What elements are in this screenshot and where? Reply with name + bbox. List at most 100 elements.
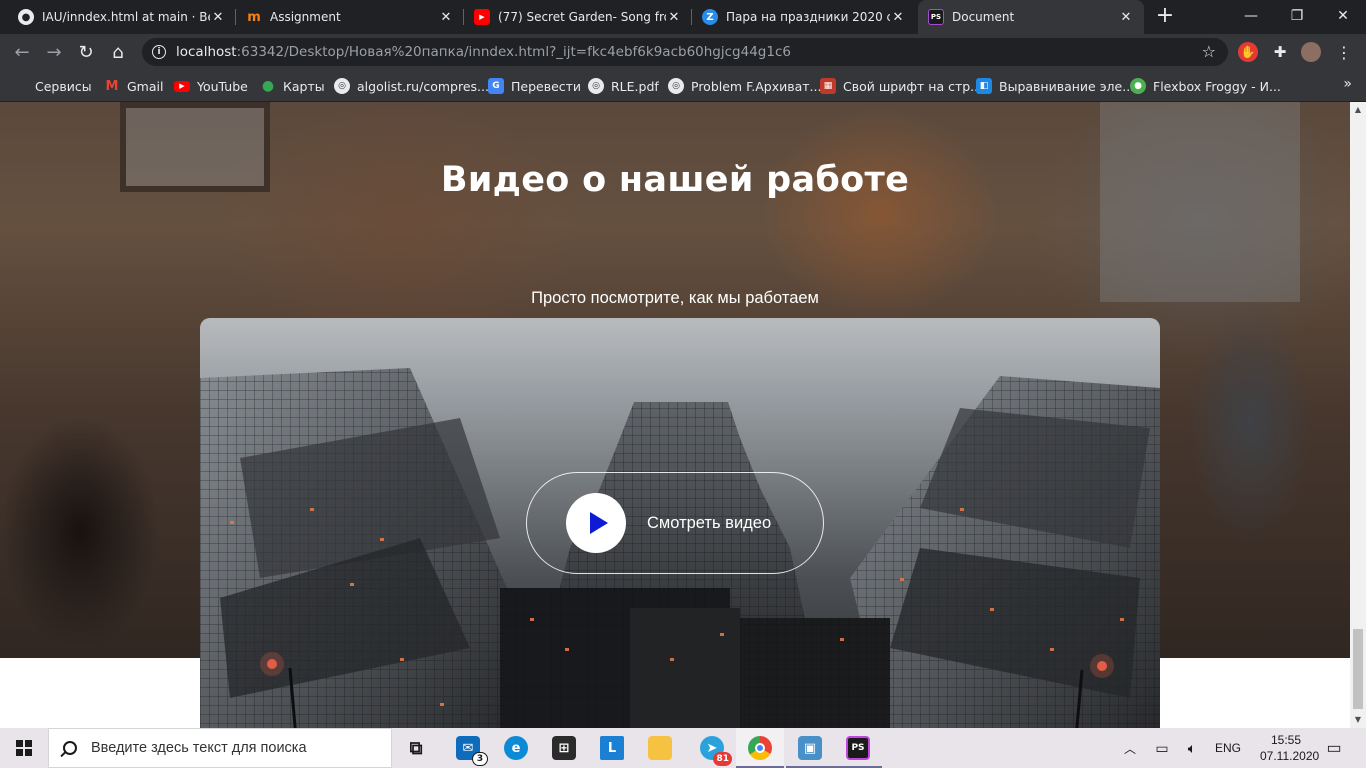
battery-icon[interactable]: ▭ <box>1150 728 1174 768</box>
frog-icon: ● <box>1130 78 1146 94</box>
bookmark-align[interactable]: ◧ Выравнивание эле... <box>976 77 1134 95</box>
bookmark-label: Problem F.Архиват... <box>691 78 822 94</box>
minimize-button[interactable]: — <box>1228 0 1274 32</box>
taskbar-edge[interactable]: e <box>492 728 540 768</box>
l-app-icon: L <box>600 736 624 760</box>
bookmark-youtube[interactable]: ▶ YouTube <box>174 77 248 95</box>
info-icon[interactable]: i <box>152 45 166 59</box>
youtube-icon: ▶ <box>174 80 190 92</box>
translate-icon: G <box>488 78 504 94</box>
telegram-icon: ➤ 81 <box>700 736 732 766</box>
search-placeholder: Введите здесь текст для поиска <box>91 740 307 756</box>
close-window-button[interactable]: ✕ <box>1320 0 1366 32</box>
bookmark-maps[interactable]: ● Карты <box>260 77 325 95</box>
clock[interactable]: 15:55 07.11.2020 <box>1260 732 1319 764</box>
bookmark-label: Flexbox Froggy - И... <box>1153 78 1281 94</box>
taskbar-telegram[interactable]: ➤ 81 <box>688 728 736 768</box>
url-host: localhost <box>176 44 237 60</box>
close-icon[interactable]: ✕ <box>210 10 226 25</box>
phpstorm-icon: PS <box>928 9 944 25</box>
bookmark-gmail[interactable]: M Gmail <box>104 77 164 95</box>
clock-time: 15:55 <box>1270 733 1302 747</box>
reload-button[interactable]: ↻ <box>72 38 100 66</box>
tab-assignment[interactable]: m Assignment ✕ <box>236 0 464 34</box>
watch-video-label: Смотреть видео <box>647 513 772 532</box>
bookmark-label: Карты <box>283 78 325 94</box>
bookmark-label: algolist.ru/compres... <box>357 78 489 94</box>
bookmark-label: Сервисы <box>35 78 92 94</box>
bookmark-label: Свой шрифт на стр... <box>843 78 983 94</box>
bookmark-services[interactable]: Сервисы <box>14 77 92 95</box>
globe-icon: ◎ <box>334 78 350 94</box>
folder-icon <box>648 736 672 760</box>
tab-github[interactable]: ● IAU/inndex.html at main · BemI ✕ <box>8 0 236 34</box>
notifications-icon[interactable]: ▭ <box>1320 728 1348 768</box>
taskbar-phpstorm[interactable]: PS <box>834 728 882 768</box>
scroll-down-icon[interactable]: ▼ <box>1350 712 1366 728</box>
bookmark-star-icon[interactable]: ☆ <box>1202 42 1216 61</box>
home-button[interactable]: ⌂ <box>104 38 132 66</box>
start-button[interactable] <box>0 728 48 768</box>
bookmark-label: Выравнивание эле... <box>999 78 1135 94</box>
adblock-extension-icon[interactable]: ✋ <box>1238 42 1258 62</box>
phpstorm-icon: PS <box>846 736 870 760</box>
zona-icon: Z <box>702 9 718 25</box>
tab-youtube[interactable]: ▶ (77) Secret Garden- Song from a ✕ <box>464 0 692 34</box>
page-scrollbar[interactable]: ▲ ▼ <box>1350 102 1366 728</box>
tab-strip: ● IAU/inndex.html at main · BemI ✕ m Ass… <box>0 0 1366 34</box>
tab-title: Пара на праздники 2020 смот <box>726 10 890 24</box>
taskbar-remote-desktop[interactable]: ▣ <box>786 728 834 768</box>
taskbar-search[interactable]: Введите здесь текст для поиска <box>48 728 392 768</box>
volume-icon[interactable]: 🔈︎ <box>1180 728 1204 768</box>
apps-grid-icon <box>14 79 28 93</box>
task-view-icon: ⧉ <box>409 737 423 759</box>
avatar[interactable] <box>1301 42 1321 62</box>
back-button[interactable]: ← <box>8 38 36 66</box>
video-preview[interactable]: Смотреть видео <box>200 318 1160 728</box>
address-bar[interactable]: i localhost:63342/Desktop/Новая%20папка/… <box>142 38 1228 66</box>
bookmark-rle[interactable]: ◎ RLE.pdf <box>588 77 659 95</box>
scrollbar-thumb[interactable] <box>1353 629 1363 709</box>
input-language[interactable]: ENG <box>1210 728 1246 768</box>
task-view-button[interactable]: ⧉ <box>392 728 440 768</box>
close-icon[interactable]: ✕ <box>890 10 906 25</box>
bookmarks-bar: Сервисы M Gmail ▶ YouTube ● Карты ◎ algo… <box>0 70 1366 102</box>
play-icon[interactable] <box>566 493 626 553</box>
tab-title: Assignment <box>270 10 341 24</box>
close-icon[interactable]: ✕ <box>666 10 682 25</box>
bookmark-translate[interactable]: G Перевести <box>488 77 581 95</box>
tab-title: IAU/inndex.html at main · BemI <box>42 10 210 24</box>
taskbar-explorer[interactable] <box>636 728 684 768</box>
globe-icon: ◎ <box>588 78 604 94</box>
taskbar-lingualeo[interactable]: L <box>588 728 636 768</box>
bookmark-froggy[interactable]: ● Flexbox Froggy - И... <box>1130 77 1281 95</box>
extensions-puzzle-icon[interactable]: ✚ <box>1270 42 1290 62</box>
close-icon[interactable]: ✕ <box>438 10 454 25</box>
tab-zona[interactable]: Z Пара на праздники 2020 смот ✕ <box>692 0 916 34</box>
taskbar-mail[interactable]: ✉ 3 <box>444 728 492 768</box>
bookmark-font[interactable]: ▦ Свой шрифт на стр... <box>820 77 982 95</box>
tab-title: Document <box>952 10 1015 24</box>
new-tab-button[interactable]: + <box>1152 4 1178 30</box>
bookmark-algolist[interactable]: ◎ algolist.ru/compres... <box>334 77 489 95</box>
tray-overflow-icon[interactable]: ︿ <box>1118 728 1142 768</box>
watch-video-button[interactable]: Смотреть видео <box>526 472 824 574</box>
menu-kebab-icon[interactable]: ⋮ <box>1334 42 1354 62</box>
more-bookmarks-icon[interactable]: » <box>1343 76 1352 92</box>
youtube-icon: ▶ <box>474 9 490 25</box>
bookmark-label: YouTube <box>197 78 248 94</box>
forward-button[interactable]: → <box>40 38 68 66</box>
close-icon[interactable]: ✕ <box>1118 10 1134 25</box>
page-title: Видео о нашей работе <box>440 160 910 200</box>
tab-document[interactable]: PS Document ✕ <box>918 0 1144 34</box>
telegram-badge: 81 <box>713 752 732 766</box>
maps-pin-icon: ● <box>261 78 275 94</box>
mail-icon: ✉ 3 <box>456 736 488 766</box>
blocks-icon: ▦ <box>820 78 836 94</box>
taskbar-store[interactable]: ⊞ <box>540 728 588 768</box>
taskbar-chrome[interactable] <box>736 728 784 768</box>
bookmark-problem[interactable]: ◎ Problem F.Архиват... <box>668 77 821 95</box>
maximize-button[interactable]: ❐ <box>1274 0 1320 32</box>
scroll-up-icon[interactable]: ▲ <box>1350 102 1366 118</box>
gmail-icon: M <box>105 78 119 94</box>
